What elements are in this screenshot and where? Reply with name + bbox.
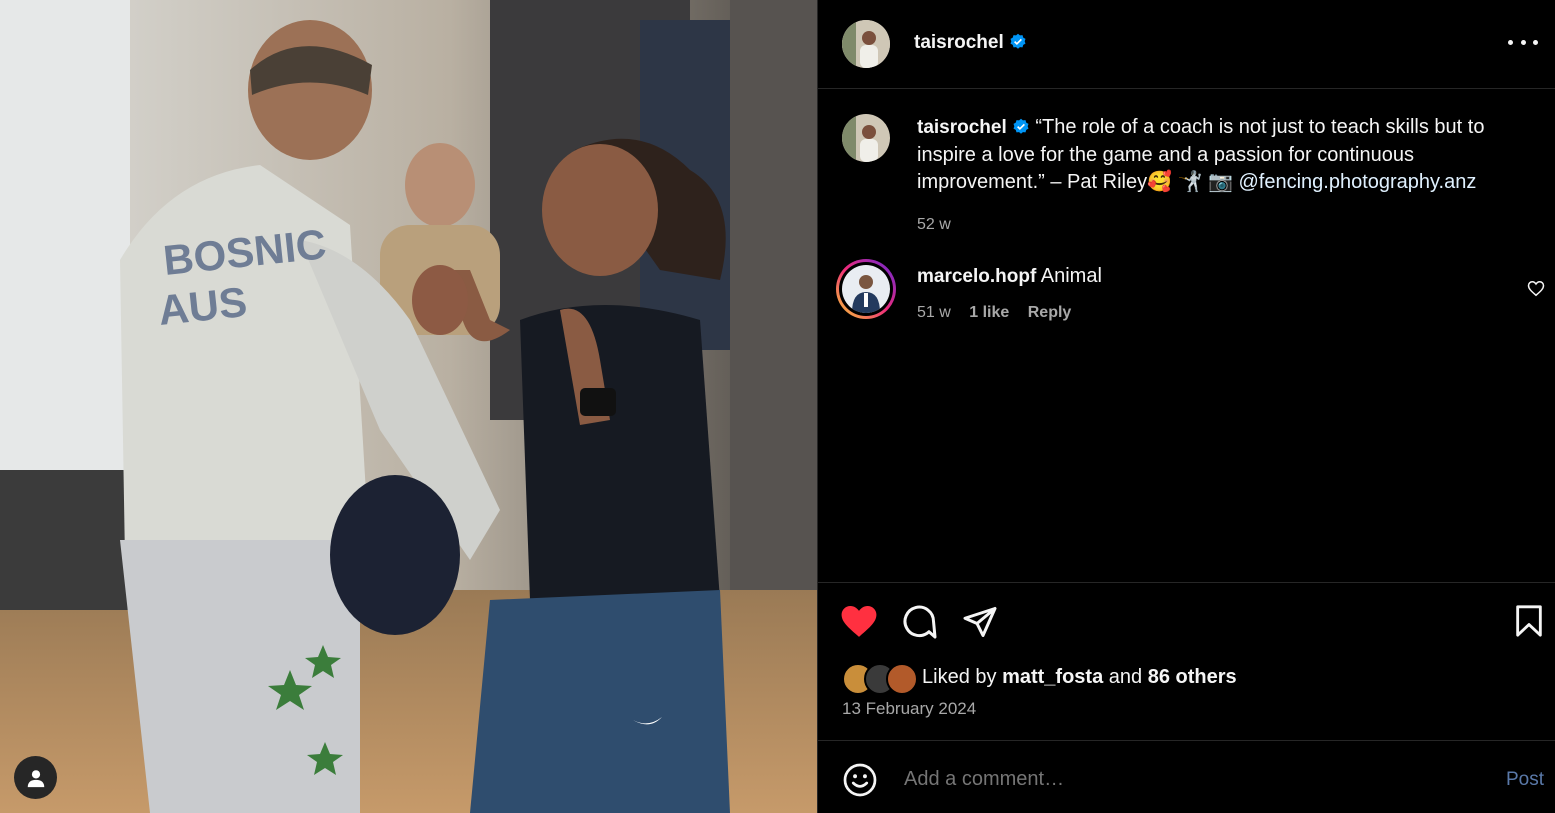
comment-meta: 51 w 1 like Reply xyxy=(917,304,1102,322)
comment-age: 51 w xyxy=(917,304,951,321)
add-comment-bar: Post xyxy=(818,740,1555,813)
liked-by-user[interactable]: matt_fosta xyxy=(1002,666,1103,688)
caption-author[interactable]: taisrochel xyxy=(917,117,1007,138)
post-header: taisrochel xyxy=(818,0,1555,89)
like-button[interactable] xyxy=(840,603,878,644)
caption-author-avatar[interactable] xyxy=(842,114,890,162)
svg-text:AUS: AUS xyxy=(156,278,249,334)
more-icon-dot xyxy=(1520,39,1526,45)
comment-input[interactable] xyxy=(902,767,1466,792)
post-details-panel: taisrochel taisrochel “The role of a coa… xyxy=(817,0,1555,813)
author-avatar-image xyxy=(842,20,890,68)
comment-icon xyxy=(903,605,937,639)
bookmark-icon xyxy=(1516,605,1542,637)
post-caption: taisrochel “The role of a coach is not j… xyxy=(917,114,1527,238)
comment-likes[interactable]: 1 like xyxy=(969,304,1009,321)
tagged-users-button[interactable] xyxy=(14,756,57,799)
comment-like-button[interactable] xyxy=(1527,280,1545,302)
liked-by-label: Liked by xyxy=(922,666,997,688)
author-username[interactable]: taisrochel xyxy=(914,32,1004,53)
more-options-button[interactable] xyxy=(1508,30,1538,54)
heart-icon xyxy=(841,605,877,637)
comment-author[interactable]: marcelo.hopf xyxy=(917,266,1036,287)
caption-avatar-image xyxy=(842,114,890,162)
emoji-icon xyxy=(843,763,877,797)
small-heart-icon xyxy=(1527,280,1545,297)
author-name-row: taisrochel xyxy=(914,32,1027,54)
save-button[interactable] xyxy=(1514,604,1544,643)
caption-age: 52 w xyxy=(917,215,951,233)
post-image: BOSNIC AUS xyxy=(0,0,817,813)
verified-icon xyxy=(1010,33,1026,49)
comment-text: Animal xyxy=(1040,265,1102,287)
emoji-button[interactable] xyxy=(842,762,878,803)
post-actions: Liked by matt_fosta and 86 others 13 Feb… xyxy=(818,582,1555,740)
verified-icon xyxy=(1013,118,1029,134)
post-photo[interactable]: BOSNIC AUS xyxy=(0,0,817,813)
caption-mention-link[interactable]: @fencing.photography.anz xyxy=(1238,171,1476,193)
comment-reply-button[interactable]: Reply xyxy=(1028,304,1072,321)
likes-count-link[interactable]: 86 others xyxy=(1148,666,1237,688)
likes-summary: Liked by matt_fosta and 86 others xyxy=(922,666,1237,689)
post-comment-button[interactable]: Post xyxy=(1506,769,1544,791)
commenter-avatar[interactable] xyxy=(836,259,896,319)
author-avatar[interactable] xyxy=(842,20,890,68)
more-icon xyxy=(1508,39,1513,45)
share-icon xyxy=(963,607,997,637)
comment-item: marcelo.hopf Animal 51 w 1 like Reply xyxy=(917,265,1102,322)
share-button[interactable] xyxy=(962,604,998,645)
liker-avatar xyxy=(886,663,918,695)
liked-and-label: and xyxy=(1108,666,1143,688)
liker-avatars[interactable] xyxy=(842,663,918,695)
more-icon-dot xyxy=(1533,39,1538,45)
comment-button[interactable] xyxy=(902,604,938,645)
user-icon xyxy=(27,769,44,787)
commenter-avatar-image xyxy=(842,265,890,313)
post-date: 13 February 2024 xyxy=(842,699,977,718)
